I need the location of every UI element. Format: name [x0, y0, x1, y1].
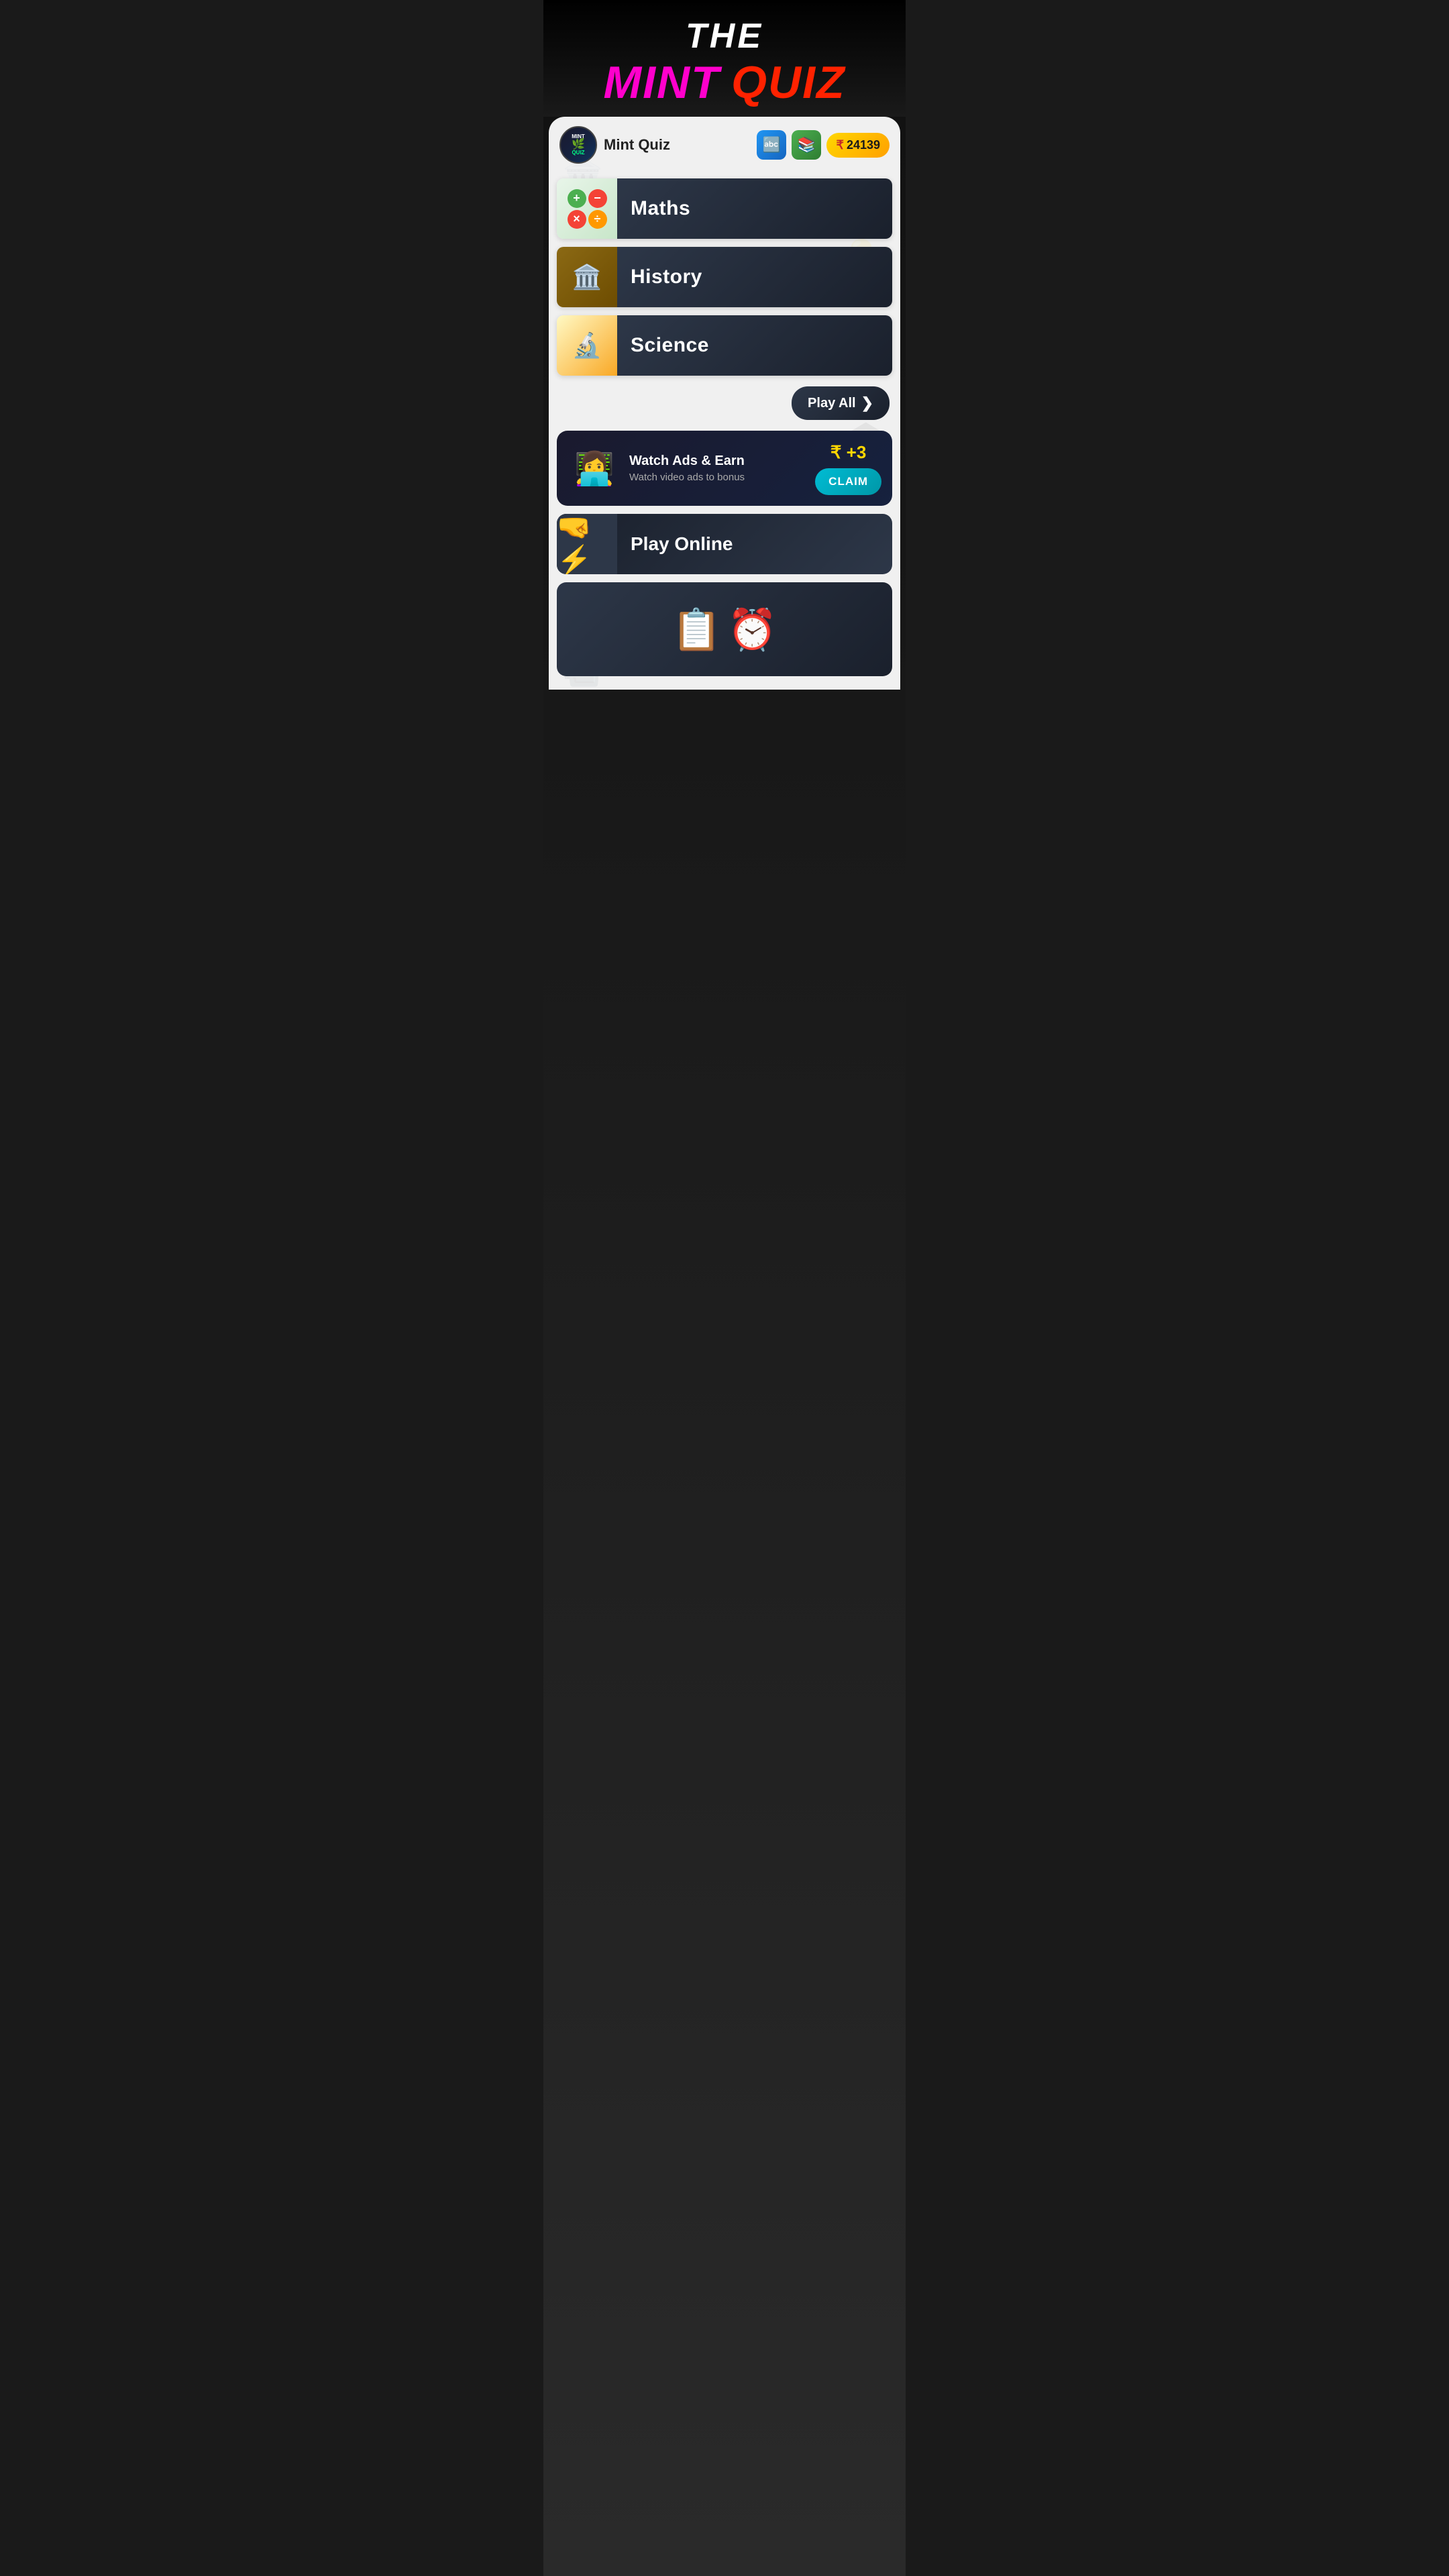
- ads-title: Watch Ads & Earn: [629, 453, 807, 469]
- claim-button[interactable]: CLAIM: [815, 468, 881, 495]
- plus-icon: +: [568, 189, 586, 208]
- app-logo: MINT 🌿 QUIZ: [559, 126, 597, 164]
- brand-the: THE: [557, 16, 892, 56]
- play-online-card[interactable]: 🤜⚡ Play Online: [557, 514, 892, 574]
- reward-amount: ₹ +3: [830, 442, 866, 463]
- category-item-maths[interactable]: + − × ÷ Maths: [557, 178, 892, 239]
- bottom-card-icons: 📋 ⏰: [672, 606, 777, 653]
- science-label-container: Science: [617, 315, 892, 376]
- ads-illustration: 👩‍💻: [568, 441, 621, 495]
- outer-container: THE MINT QUIZ 🏛️ 💡 📺 🎓 📖 ⌨️ 📹 MINT 🌿 QUI…: [543, 0, 906, 2576]
- timer-icon: ⏰: [727, 606, 777, 653]
- science-thumb-icon: 🔬: [572, 331, 602, 360]
- category-item-science[interactable]: 🔬 Science: [557, 315, 892, 376]
- reward-rupee-icon: ₹: [830, 442, 842, 462]
- coins-amount: 24139: [847, 138, 880, 152]
- app-card: 🏛️ 💡 📺 🎓 📖 ⌨️ 📹 MINT 🌿 QUIZ Mint Quiz 🔤: [549, 117, 900, 690]
- play-all-button[interactable]: Play All ❯: [792, 386, 890, 420]
- ads-subtitle: Watch video ads to bonus: [629, 472, 807, 483]
- play-online-thumbnail: 🤜⚡: [557, 514, 617, 574]
- brand-quiz: QUIZ: [731, 57, 845, 108]
- brand-tagline: MINT QUIZ: [557, 56, 892, 109]
- math-ops-grid: + − × ÷: [562, 184, 612, 234]
- play-all-label: Play All: [808, 396, 856, 411]
- translate-icon: 🔤: [763, 136, 781, 154]
- history-label-container: History: [617, 247, 892, 307]
- multiply-icon: ×: [568, 210, 586, 229]
- translate-button[interactable]: 🔤: [757, 130, 786, 160]
- reward-plus-value: +3: [847, 442, 867, 462]
- logo-inner: MINT 🌿 QUIZ: [572, 134, 585, 156]
- app-topbar: MINT 🌿 QUIZ Mint Quiz 🔤 📚 ₹ 24139: [549, 117, 900, 173]
- rupee-icon: ₹: [836, 138, 843, 152]
- play-online-icon: 🤜⚡: [557, 514, 617, 574]
- history-thumbnail: 🏛️: [557, 247, 617, 307]
- category-item-history[interactable]: 🏛️ History: [557, 247, 892, 307]
- brand-header: THE MINT QUIZ: [543, 0, 906, 117]
- ads-reward-claim: ₹ +3 CLAIM: [815, 442, 881, 495]
- exam-icon: 📋: [672, 606, 722, 653]
- play-all-arrow-icon: ❯: [861, 394, 873, 412]
- play-all-container: Play All ❯: [549, 381, 900, 425]
- store-button[interactable]: 📚: [792, 130, 821, 160]
- ads-person-icon: 👩‍💻: [574, 449, 614, 488]
- science-label: Science: [631, 334, 709, 357]
- divide-icon: ÷: [588, 210, 607, 229]
- bottom-partial-card[interactable]: 📋 ⏰: [557, 582, 892, 676]
- topbar-actions: 🔤 📚 ₹ 24139: [757, 130, 890, 160]
- app-title: Mint Quiz: [604, 136, 750, 154]
- coins-badge[interactable]: ₹ 24139: [826, 133, 890, 158]
- maths-thumbnail: + − × ÷: [557, 178, 617, 239]
- minus-icon: −: [588, 189, 607, 208]
- history-label: History: [631, 266, 702, 288]
- maths-label-container: Maths: [617, 178, 892, 239]
- maths-label: Maths: [631, 197, 690, 220]
- science-thumbnail: 🔬: [557, 315, 617, 376]
- brand-mint: MINT: [603, 57, 720, 108]
- ads-card: 👩‍💻 Watch Ads & Earn Watch video ads to …: [557, 431, 892, 506]
- play-online-label: Play Online: [617, 533, 747, 555]
- ads-content: Watch Ads & Earn Watch video ads to bonu…: [629, 453, 807, 483]
- logo-quiz-text: QUIZ: [572, 150, 585, 156]
- category-list: + − × ÷ Maths 🏛️ History: [549, 173, 900, 381]
- store-icon: 📚: [798, 136, 816, 154]
- history-thumb-icon: 🏛️: [572, 263, 602, 291]
